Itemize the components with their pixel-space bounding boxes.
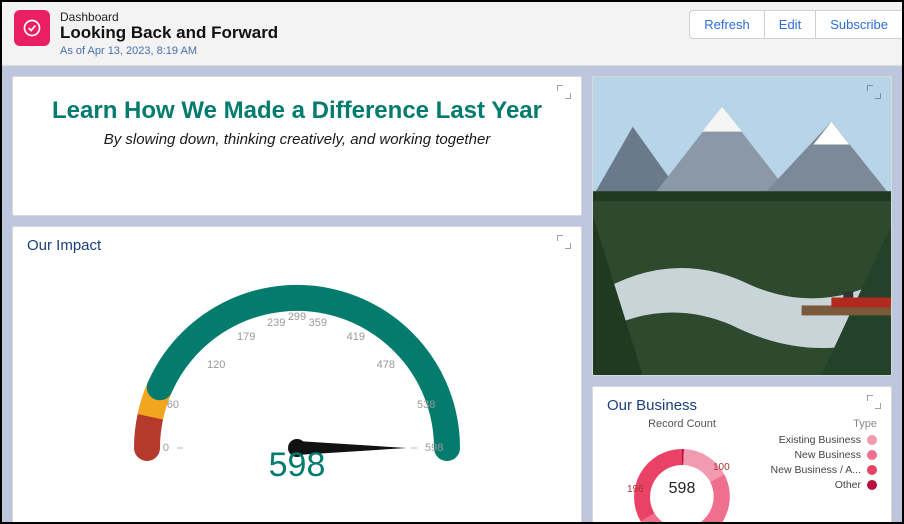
svg-text:478: 478 xyxy=(377,359,395,371)
svg-text:120: 120 xyxy=(207,359,225,371)
donut-total: 598 xyxy=(607,480,757,498)
svg-text:419: 419 xyxy=(347,331,365,343)
expand-icon[interactable] xyxy=(867,85,881,99)
donut-chart: 100 298 196 xyxy=(617,432,747,524)
svg-text:359: 359 xyxy=(309,317,327,329)
card-title: Our Business xyxy=(607,397,877,414)
svg-text:60: 60 xyxy=(167,399,179,411)
business-card: Our Business Record Count xyxy=(592,386,892,524)
legend-item[interactable]: Existing Business xyxy=(757,434,877,446)
edit-button[interactable]: Edit xyxy=(765,10,816,39)
metric-label: Record Count xyxy=(607,418,757,430)
svg-text:538: 538 xyxy=(417,399,435,411)
card-title: Our Impact xyxy=(27,237,567,254)
object-label: Dashboard xyxy=(60,10,278,24)
hero-title: Learn How We Made a Difference Last Year xyxy=(27,97,567,125)
dashboard-header: Dashboard Looking Back and Forward As of… xyxy=(2,2,902,66)
dashboard-title: Looking Back and Forward xyxy=(60,24,278,43)
impact-card: Our Impact 0 60 xyxy=(12,226,582,524)
svg-text:239: 239 xyxy=(267,317,285,329)
as-of-timestamp: As of Apr 13, 2023, 8:19 AM xyxy=(60,45,278,57)
image-card xyxy=(592,76,892,376)
legend: Type Existing Business New Business New … xyxy=(757,418,877,524)
svg-text:100: 100 xyxy=(713,462,730,473)
gauge-value: 598 xyxy=(27,446,567,485)
svg-text:299: 299 xyxy=(288,311,306,323)
expand-icon[interactable] xyxy=(867,395,881,409)
expand-icon[interactable] xyxy=(557,235,571,249)
legend-item[interactable]: New Business / A... xyxy=(757,464,877,476)
expand-icon[interactable] xyxy=(557,85,571,99)
mountain-image xyxy=(593,77,891,375)
refresh-button[interactable]: Refresh xyxy=(689,10,765,39)
gauge-chart: 0 60 120 179 239 299 359 419 478 538 598… xyxy=(27,258,567,478)
hero-subtitle: By slowing down, thinking creatively, an… xyxy=(27,131,567,148)
hero-card: Learn How We Made a Difference Last Year… xyxy=(12,76,582,216)
legend-item[interactable]: Other xyxy=(757,479,877,491)
legend-item[interactable]: New Business xyxy=(757,449,877,461)
svg-text:179: 179 xyxy=(237,331,255,343)
header-actions: Refresh Edit Subscribe xyxy=(689,10,902,39)
dashboard-icon xyxy=(14,10,50,46)
subscribe-button[interactable]: Subscribe xyxy=(816,10,902,39)
